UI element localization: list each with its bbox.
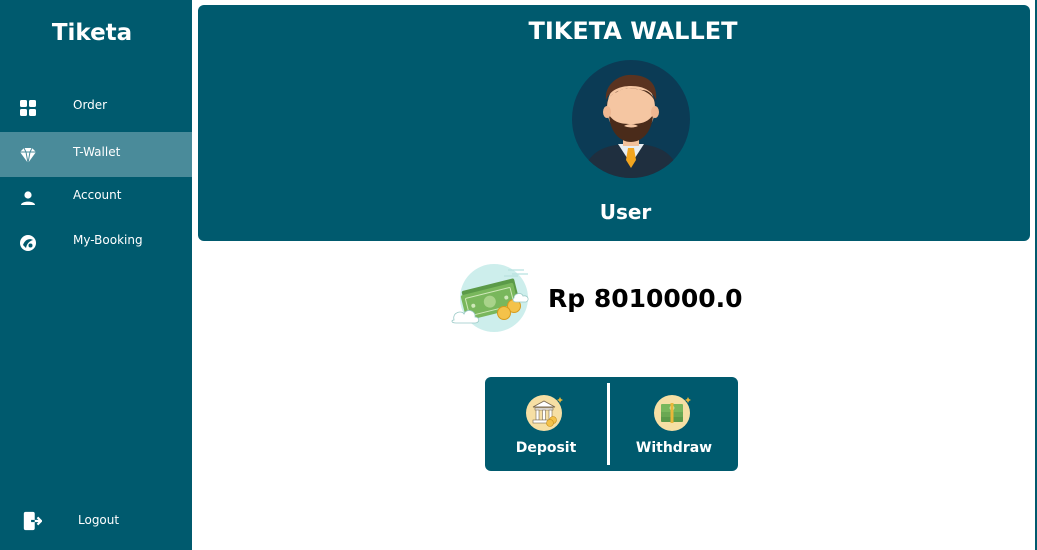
user-name: User <box>599 200 652 224</box>
sidebar-item-label: Order <box>73 98 108 112</box>
sidebar-item-label: Account <box>73 188 122 202</box>
money-icon <box>451 264 529 332</box>
logout-button[interactable]: Logout <box>0 497 192 542</box>
sidebar-item-label: My-Booking <box>73 233 143 247</box>
deposit-button[interactable]: Deposit <box>485 377 607 471</box>
user-icon <box>21 191 35 205</box>
sidebar-item-label: T-Wallet <box>73 145 121 159</box>
brand-title: Tiketa <box>51 20 133 46</box>
deposit-label: Deposit <box>515 440 577 456</box>
sidebar: Tiketa Order T-Wallet Account My-Booking <box>0 0 192 550</box>
sidebar-item-order[interactable]: Order <box>0 85 192 130</box>
booking-icon <box>20 235 36 251</box>
withdraw-button[interactable]: Withdraw <box>610 377 738 471</box>
logout-label: Logout <box>78 513 120 527</box>
sidebar-item-t-wallet[interactable]: T-Wallet <box>0 132 192 177</box>
wallet-actions-panel: Deposit Withdraw <box>485 377 738 471</box>
withdraw-label: Withdraw <box>635 440 713 456</box>
wallet-balance: Rp 8010000.0 <box>548 284 743 313</box>
avatar <box>572 60 690 178</box>
logout-icon <box>23 511 42 531</box>
grid-icon <box>20 100 36 116</box>
page-title: TIKETA WALLET <box>528 17 738 45</box>
sidebar-item-account[interactable]: Account <box>0 175 192 220</box>
bank-icon <box>526 395 563 431</box>
sidebar-item-my-booking[interactable]: My-Booking <box>0 220 192 265</box>
diamond-icon <box>20 147 36 164</box>
wallet-header-card: TIKETA WALLET User <box>198 5 1030 241</box>
cash-stack-icon <box>654 395 691 431</box>
